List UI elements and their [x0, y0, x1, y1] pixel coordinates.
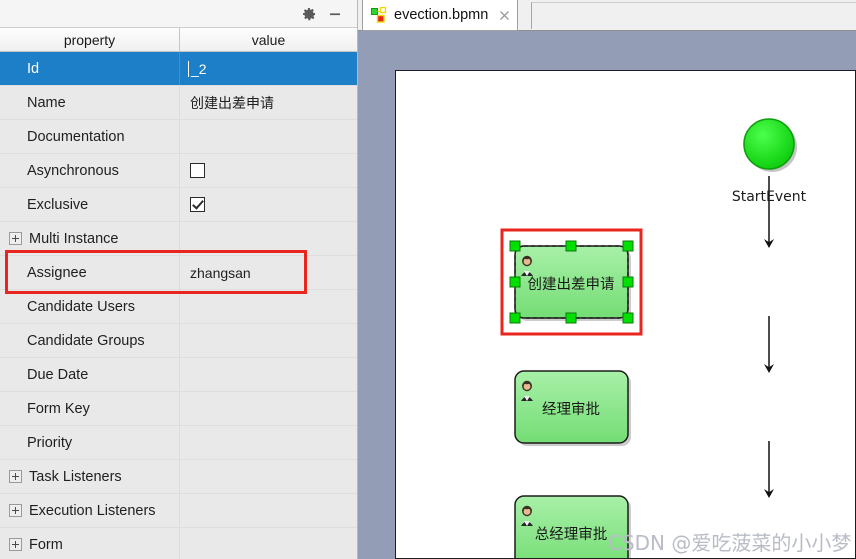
property-row[interactable]: Multi Instance — [0, 222, 357, 256]
tab-label: evection.bpmn — [394, 7, 489, 23]
properties-table: property value Id _2 Name 创建出差申请 Documentati… — [0, 28, 357, 559]
property-row[interactable]: Form Key — [0, 392, 357, 426]
property-name-cell[interactable]: Due Date — [0, 358, 180, 391]
property-value-cell[interactable] — [180, 460, 357, 493]
property-value-cell[interactable]: zhangsan — [180, 256, 357, 289]
property-row[interactable]: Task Listeners — [0, 460, 357, 494]
property-value-cell[interactable]: _2 — [180, 52, 357, 85]
properties-toolbar — [0, 0, 357, 28]
property-row[interactable]: Execution Listeners — [0, 494, 357, 528]
property-row[interactable]: Priority — [0, 426, 357, 460]
editor-tab-bar: evection.bpmn — [358, 0, 856, 31]
column-header-value[interactable]: value — [180, 28, 357, 51]
properties-panel: property value Id _2 Name 创建出差申请 Documentati… — [0, 0, 358, 559]
property-value-cell[interactable] — [180, 290, 357, 323]
gear-icon[interactable] — [296, 3, 322, 25]
property-value-cell[interactable] — [180, 154, 357, 187]
property-name-cell[interactable]: Candidate Users — [0, 290, 180, 323]
property-name-cell[interactable]: Assignee — [0, 256, 180, 289]
property-label: Exclusive — [27, 196, 89, 213]
task-label-3: 总经理审批 — [535, 526, 608, 543]
property-name-cell[interactable]: Asynchronous — [0, 154, 180, 187]
property-name-cell[interactable]: Exclusive — [0, 188, 180, 221]
minimize-icon[interactable] — [322, 3, 348, 25]
tab-strip-empty-area — [531, 2, 856, 29]
property-row[interactable]: Name 创建出差申请 — [0, 86, 357, 120]
close-icon[interactable] — [497, 8, 512, 23]
property-name-cell[interactable]: Priority — [0, 426, 180, 459]
property-value-cell[interactable] — [180, 528, 357, 559]
property-name-cell[interactable]: Form — [0, 528, 180, 559]
property-value: 创建出差申请 — [190, 94, 274, 111]
column-header-property[interactable]: property — [0, 28, 180, 51]
bpmn-canvas[interactable]: StartEvent 创建出差申请 经理审批 总经理审批 — [395, 70, 856, 559]
property-label: Candidate Users — [27, 298, 135, 315]
property-row[interactable]: Documentation — [0, 120, 357, 154]
property-name-cell[interactable]: Name — [0, 86, 180, 119]
property-value-cell[interactable] — [180, 392, 357, 425]
bpmn-diagram-icon — [371, 7, 387, 23]
property-label: Multi Instance — [29, 230, 119, 247]
property-value-cell[interactable] — [180, 222, 357, 255]
property-label: Task Listeners — [29, 468, 122, 485]
property-label: Form — [29, 536, 63, 553]
expand-plus-icon[interactable] — [9, 232, 22, 245]
property-row[interactable]: Candidate Groups — [0, 324, 357, 358]
tab-evection-bpmn[interactable]: evection.bpmn — [362, 0, 519, 31]
property-name-cell[interactable]: Documentation — [0, 120, 180, 153]
property-value: _2 — [188, 60, 207, 77]
start-event-label: StartEvent — [732, 189, 807, 205]
property-label: Due Date — [27, 366, 89, 383]
bpmn-diagram: StartEvent 创建出差申请 经理审批 总经理审批 — [500, 118, 807, 558]
property-label: Asynchronous — [27, 162, 119, 179]
property-name-cell[interactable]: Candidate Groups — [0, 324, 180, 357]
property-row[interactable]: Form — [0, 528, 357, 559]
property-label: Candidate Groups — [27, 332, 145, 349]
canvas-viewport[interactable]: StartEvent 创建出差申请 经理审批 总经理审批 — [358, 31, 856, 559]
property-row[interactable]: Id _2 — [0, 52, 357, 86]
checkbox-checked[interactable] — [190, 197, 205, 212]
property-name-cell[interactable]: Execution Listeners — [0, 494, 180, 527]
property-name-cell[interactable]: Form Key — [0, 392, 180, 425]
property-value-cell[interactable] — [180, 324, 357, 357]
property-row[interactable]: Assignee zhangsan — [0, 256, 357, 290]
property-label: Name — [27, 94, 66, 111]
property-value-cell[interactable] — [180, 494, 357, 527]
property-label: Priority — [27, 434, 73, 451]
property-row[interactable]: Asynchronous — [0, 154, 357, 188]
expand-plus-icon[interactable] — [9, 538, 22, 551]
task-label-2: 经理审批 — [542, 401, 600, 418]
property-row[interactable]: Candidate Users — [0, 290, 357, 324]
property-value: zhangsan — [190, 264, 251, 281]
property-row[interactable]: Exclusive — [0, 188, 357, 222]
property-name-cell[interactable]: Task Listeners — [0, 460, 180, 493]
property-value-cell[interactable] — [180, 120, 357, 153]
property-label: Form Key — [27, 400, 90, 417]
table-header-row: property value — [0, 28, 357, 52]
expand-plus-icon[interactable] — [9, 470, 22, 483]
property-label: Documentation — [27, 128, 125, 145]
property-value-cell[interactable]: 创建出差申请 — [180, 86, 357, 119]
properties-rows: Id _2 Name 创建出差申请 Documentation Asynchronous E… — [0, 52, 357, 559]
property-label: Assignee — [27, 264, 87, 281]
expand-plus-icon[interactable] — [9, 504, 22, 517]
property-name-cell[interactable]: Id — [0, 52, 180, 85]
property-value-cell[interactable] — [180, 358, 357, 391]
application-window: property value Id _2 Name 创建出差申请 Documentati… — [0, 0, 856, 559]
diagram-editor: evection.bpmn StartEvent 创建出差申请 经理审批 总经理… — [358, 0, 856, 559]
task-label-1: 创建出差申请 — [528, 276, 615, 293]
checkbox-unchecked[interactable] — [190, 163, 205, 178]
property-value-cell[interactable] — [180, 188, 357, 221]
property-value-cell[interactable] — [180, 426, 357, 459]
property-row[interactable]: Due Date — [0, 358, 357, 392]
property-label: Id — [27, 60, 40, 77]
property-name-cell[interactable]: Multi Instance — [0, 222, 180, 255]
property-label: Execution Listeners — [29, 502, 156, 519]
